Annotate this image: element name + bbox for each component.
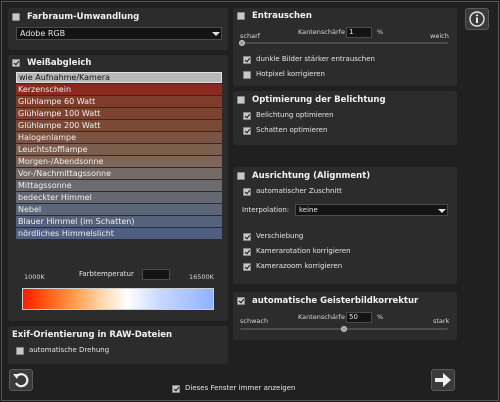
ghost-slider-thumb[interactable] <box>341 326 347 332</box>
hotpixel-label: Hotpixel korrigieren <box>256 70 325 78</box>
auto-rotate-checkbox[interactable] <box>16 347 24 355</box>
wb-preset-item[interactable]: Glühlampe 100 Watt <box>16 108 222 119</box>
wb-preset-item[interactable]: bedeckter Himmel <box>16 192 222 203</box>
ghost-title: automatische Geisterbildkorrektur <box>252 296 419 306</box>
wb-preset-item[interactable]: Nebel <box>16 204 222 215</box>
colorspace-select-value: Adobe RGB <box>20 29 66 38</box>
info-icon <box>469 11 485 27</box>
ghost-right-label: stark <box>433 317 450 325</box>
interpolation-label: Interpolation: <box>242 206 290 214</box>
colorspace-checkbox[interactable] <box>12 13 20 21</box>
dark-images-label: dunkle Bilder stärker entrauschen <box>256 55 375 63</box>
camera-rotation-checkbox[interactable] <box>243 248 251 256</box>
back-button[interactable] <box>9 369 33 391</box>
camera-zoom-checkbox[interactable] <box>243 263 251 271</box>
wb-preset-item[interactable]: Glühlampe 200 Watt <box>16 120 222 131</box>
info-button[interactable] <box>465 8 489 30</box>
noise-unit: % <box>377 28 384 36</box>
ghost-checkbox[interactable] <box>237 297 245 305</box>
ghost-unit: % <box>377 313 384 321</box>
chevron-down-icon[interactable] <box>210 28 221 39</box>
camera-rotation-label: Kamerarotation korrigieren <box>256 247 351 255</box>
temp-value-field[interactable] <box>142 269 170 280</box>
exif-title: Exif-Orientierung in RAW-Dateien <box>12 330 173 340</box>
temp-max-label: 16500K <box>189 273 214 281</box>
noise-slider-track[interactable] <box>240 42 448 44</box>
noise-title: Entrauschen <box>252 11 312 21</box>
temp-min-label: 1000K <box>24 273 45 281</box>
autocrop-checkbox[interactable] <box>243 188 251 196</box>
wb-preset-item[interactable]: wie Aufnahme/Kamera <box>16 72 222 83</box>
colorspace-title: Farbraum-Umwandlung <box>27 12 140 22</box>
noise-checkbox[interactable] <box>237 12 245 20</box>
show-always-label: Dieses Fenster immer anzeigen <box>185 384 296 392</box>
ghost-left-label: schwach <box>240 317 269 325</box>
exposure-checkbox[interactable] <box>237 96 245 104</box>
wb-preset-item[interactable]: Vor-/Nachmittagssonne <box>16 168 222 179</box>
wb-preset-item[interactable]: Morgen-/Abendsonne <box>16 156 222 167</box>
alignment-checkbox[interactable] <box>237 172 245 180</box>
autocrop-label: automatischer Zuschnitt <box>256 187 342 195</box>
whitebalance-title: Weißabgleich <box>27 58 92 68</box>
wb-preset-item[interactable]: nördliches Himmelslicht <box>16 228 222 239</box>
shift-checkbox[interactable] <box>243 233 251 241</box>
temp-label: Farbtemperatur <box>79 270 134 278</box>
noise-right-label: weich <box>430 32 449 40</box>
undo-arrow-icon <box>13 373 29 388</box>
interpolation-select[interactable]: keine <box>295 204 448 216</box>
shadow-optimize-checkbox[interactable] <box>243 127 251 135</box>
noise-left-label: scharf <box>240 32 261 40</box>
right-arrow-icon <box>435 373 451 387</box>
ghost-edge-field[interactable]: 50 <box>346 312 372 323</box>
noise-edge-field[interactable]: 1 <box>346 27 372 38</box>
whitebalance-checkbox[interactable] <box>12 59 20 67</box>
auto-rotate-label: automatische Drehung <box>29 346 110 354</box>
exposure-title: Optimierung der Belichtung <box>252 95 386 105</box>
wb-preset-item[interactable]: Glühlampe 60 Watt <box>16 96 222 107</box>
next-button[interactable] <box>431 369 455 391</box>
interpolation-select-value: keine <box>299 206 318 214</box>
exposure-optimize-checkbox[interactable] <box>243 112 251 120</box>
whitebalance-preset-list[interactable]: wie Aufnahme/Kamera Kerzenschein Glühlampe… <box>16 72 222 248</box>
camera-zoom-label: Kamerazoom korrigieren <box>256 262 343 270</box>
dark-images-checkbox[interactable] <box>243 56 251 64</box>
wb-preset-item[interactable]: Blauer Himmel (im Schatten) <box>16 216 222 227</box>
exposure-optimize-label: Belichtung optimieren <box>256 111 334 119</box>
wb-preset-item[interactable]: Halogenlampe <box>16 132 222 143</box>
wb-preset-item[interactable]: Mittagssonne <box>16 180 222 191</box>
colorspace-select[interactable]: Adobe RGB <box>16 27 222 40</box>
noise-edge-label: Kantenschärfe <box>298 28 345 36</box>
alignment-title: Ausrichtung (Alignment) <box>252 171 371 181</box>
color-temperature-gradient[interactable] <box>22 288 214 310</box>
shadow-optimize-label: Schatten optimieren <box>256 126 328 134</box>
hotpixel-checkbox[interactable] <box>243 71 251 79</box>
ghost-edge-label: Kantenschärfe <box>298 313 345 321</box>
wb-preset-item[interactable]: Kerzenschein <box>16 84 222 95</box>
shift-label: Verschiebung <box>256 232 304 240</box>
chevron-down-icon[interactable] <box>436 205 447 215</box>
wb-preset-item[interactable]: Leuchtstofflampe <box>16 144 222 155</box>
show-always-checkbox[interactable] <box>172 385 180 393</box>
